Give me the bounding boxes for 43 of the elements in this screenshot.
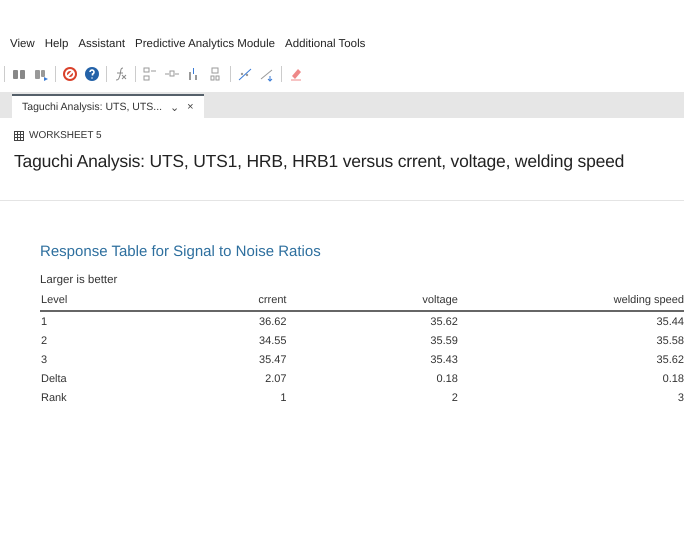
table-cell-text: 35.43 [429,352,458,368]
table-cell-text: 35.47 [258,352,286,368]
column-header: crrent [142,292,286,311]
note-text: Larger is better [40,274,118,286]
column-header: voltage [286,292,458,311]
table-cell-text: 3 [676,390,684,406]
table-cell-text: 2.07 [264,372,286,387]
help-icon[interactable] [84,66,100,82]
table-cell-text: 35.59 [429,334,458,349]
table-cell-text: 35.62 [655,352,684,368]
dropdown-caret[interactable]: ⌄ [170,100,180,114]
table-cell-text: 2 [450,390,458,406]
prohibited-icon[interactable] [62,66,78,82]
table-cell-text: 0.18 [662,372,684,387]
table-cell-text: 1 [279,390,286,406]
table-cell: 35.44 [458,310,684,331]
menu-item[interactable]: Additional Tools [285,38,366,60]
table-cell: 1 [40,310,143,331]
function-icon[interactable] [113,66,129,82]
table-cell-text: 34.55 [258,334,286,349]
table-heading: Response Table for Signal to Noise Ratios [40,243,322,260]
worksheet-tab[interactable]: Taguchi Analysis: UTS, UTS... ⌄ × [12,94,204,118]
table-cell-text: 2 [40,334,48,349]
scatter-plot-icon[interactable] [237,66,253,82]
table-cell: 36.62 [142,310,286,331]
output-title: Taguchi Analysis: UTS, UTS1, HRB, HRB1 versus crrent, voltage, welding speed [14,151,626,172]
menu-item[interactable]: View [10,38,35,60]
menu-item[interactable]: Assistant [78,38,126,60]
menu-item[interactable]: Predictive Analytics Module [135,38,276,60]
menu-item[interactable]: Help [44,38,68,60]
column-header: Level [40,292,143,311]
column-header: welding speed [458,292,684,311]
table-cell-text: 3 [40,352,48,368]
table-cell-text: Delta [40,372,68,387]
table-cell-text: 0.18 [435,372,458,387]
worksheet-label: WORKSHEET 5 [29,130,102,141]
grid-icon [14,130,24,140]
table-cell-text: Rank [40,390,68,406]
table-cell: 35.62 [286,310,458,331]
table-cell-text: 35.58 [655,334,684,349]
eraser-icon[interactable] [288,66,304,82]
table-split-icon[interactable] [142,66,158,82]
close-tab[interactable]: × [187,101,194,113]
